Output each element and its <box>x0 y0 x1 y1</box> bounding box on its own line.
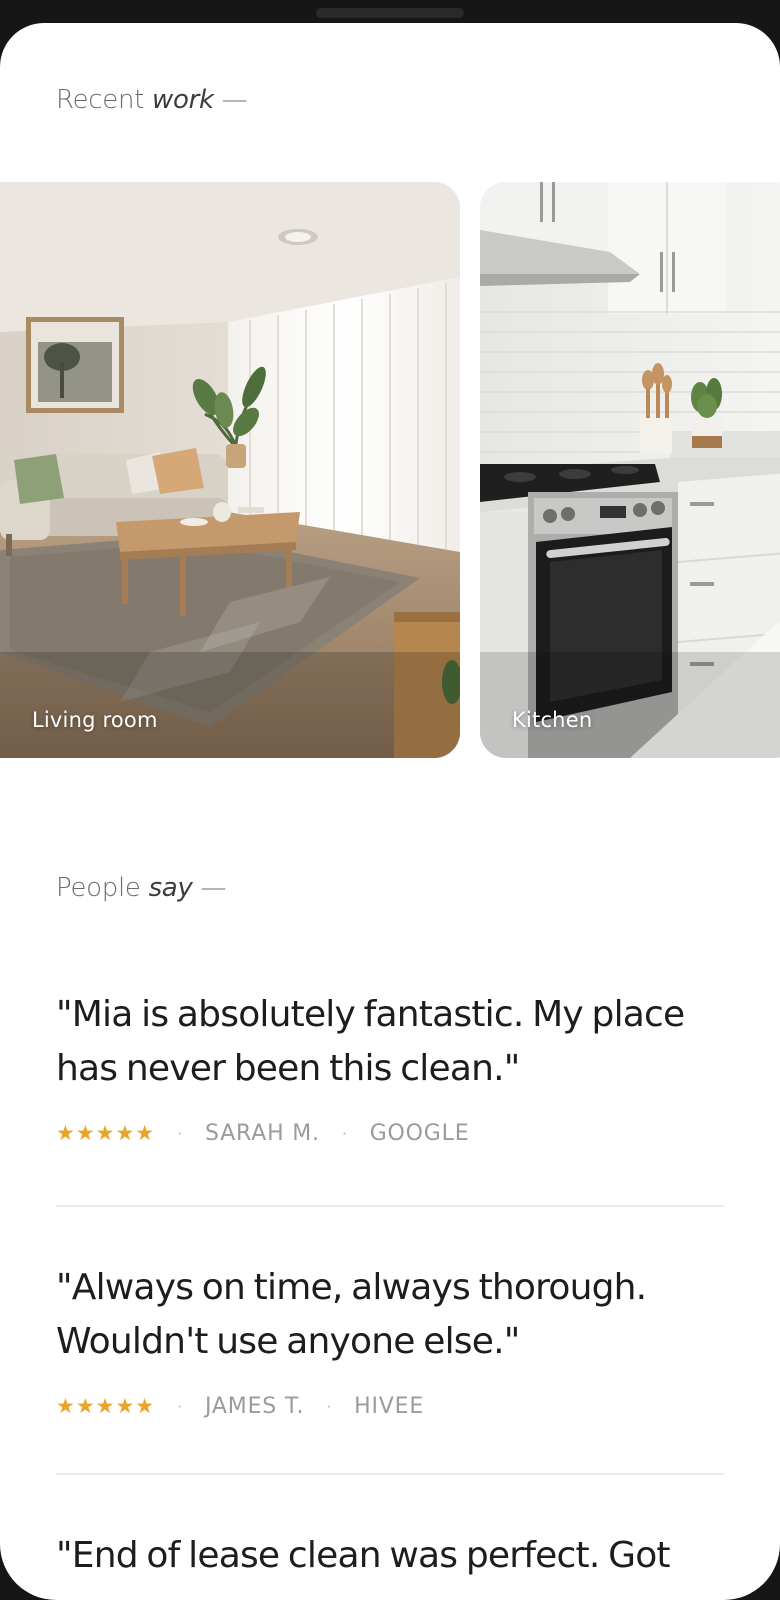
review-author: JAMES T. <box>205 1393 305 1419</box>
review-quote: "Mia is absolutely fantastic. My place h… <box>56 994 685 1089</box>
review-divider <box>56 1473 724 1475</box>
review-item: "Always on time, always thorough. Wouldn… <box>56 1261 724 1421</box>
device-frame: Recent work — Living room Kitchen People… <box>0 0 780 1600</box>
meta-separator: · <box>341 1123 348 1143</box>
kitchen-photo <box>480 182 780 758</box>
people-say-heading-suffix: — <box>192 873 227 903</box>
review-source: GOOGLE <box>369 1120 470 1146</box>
people-say-heading-prefix: People <box>56 873 141 903</box>
people-say-heading: People say — <box>56 873 227 903</box>
meta-separator: · <box>177 1396 184 1416</box>
recent-work-heading-emphasis: work <box>152 85 214 115</box>
recent-work-heading-prefix: Recent <box>56 85 145 115</box>
star-rating-icon: ★★★★★ <box>56 1394 156 1418</box>
review-item: "Mia is absolutely fantastic. My place h… <box>56 988 724 1148</box>
review-quote: "End of lease clean was perfect. Got <box>56 1535 671 1576</box>
review-meta: ★★★★★ · SARAH M. · GOOGLE <box>56 1118 724 1148</box>
review-item: "End of lease clean was perfect. Got <box>56 1529 724 1583</box>
living-room-photo <box>0 182 460 758</box>
people-say-heading-emphasis: say <box>148 873 193 903</box>
recent-work-gallery[interactable]: Living room Kitchen <box>0 182 780 758</box>
gallery-card-living-room[interactable]: Living room <box>0 182 460 758</box>
star-rating-icon: ★★★★★ <box>56 1121 156 1145</box>
recent-work-heading-suffix: — <box>213 85 248 115</box>
meta-separator: · <box>177 1123 184 1143</box>
review-divider <box>56 1205 724 1207</box>
screen[interactable]: Recent work — Living room Kitchen People… <box>0 23 780 1600</box>
meta-separator: · <box>326 1396 333 1416</box>
recent-work-heading: Recent work — <box>56 85 248 115</box>
review-quote: "Always on time, always thorough. Wouldn… <box>56 1267 647 1362</box>
gallery-card-kitchen[interactable]: Kitchen <box>480 182 780 758</box>
review-meta: ★★★★★ · JAMES T. · HIVEE <box>56 1391 724 1421</box>
gallery-card-label: Kitchen <box>512 708 593 732</box>
gallery-card-label: Living room <box>32 708 158 732</box>
speaker-notch <box>316 8 464 18</box>
review-author: SARAH M. <box>205 1120 320 1146</box>
review-source: HIVEE <box>354 1393 425 1419</box>
